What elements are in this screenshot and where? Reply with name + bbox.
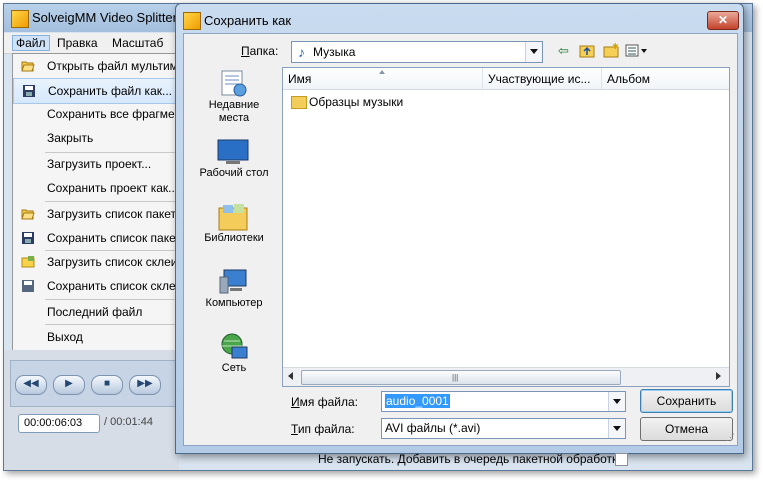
menu-item-load-join-list[interactable]: Загрузить список склеи — [13, 250, 179, 274]
music-note-icon: ♪ — [298, 44, 305, 60]
menu-item-open-file[interactable]: Открыть файл мультим — [13, 54, 179, 78]
dialog-title: Сохранить как — [204, 13, 292, 28]
batch-queue-label: Не запускать. Добавить в очередь пакетно… — [318, 452, 624, 466]
stop-button[interactable]: ■ — [91, 375, 123, 395]
up-folder-icon[interactable] — [579, 43, 595, 59]
file-list[interactable]: Имя Участвующие ис... Альбом Образцы муз… — [282, 67, 730, 387]
network-icon — [216, 332, 250, 362]
chevron-down-icon[interactable] — [608, 419, 625, 438]
scroll-thumb[interactable]: ||| — [301, 370, 621, 385]
rewind-icon: ◀◀ — [23, 378, 39, 389]
menu-item-close[interactable]: Закрыть — [13, 126, 179, 150]
sort-arrow-icon — [379, 70, 385, 74]
place-computer[interactable]: Компьютер — [194, 263, 274, 325]
menu-item-save-batch-list[interactable]: Сохранить список паке — [13, 226, 179, 250]
file-menu: Открыть файл мультим Сохранить файл как.… — [12, 53, 181, 351]
back-arrow-icon[interactable]: ⇦ — [558, 43, 569, 59]
place-desktop[interactable]: Рабочий стол — [194, 133, 274, 195]
svg-text:✱: ✱ — [612, 43, 619, 51]
play-icon: ▶ — [65, 378, 73, 389]
chevron-down-icon[interactable] — [525, 42, 542, 62]
menu-file[interactable]: Файл — [12, 35, 50, 51]
filename-field[interactable]: audio_0001 — [381, 391, 626, 412]
open-folder-icon — [21, 59, 35, 73]
close-button[interactable]: ✕ — [707, 11, 739, 30]
menu-item-save-file-as[interactable]: Сохранить файл как... — [13, 78, 179, 104]
menu-item-save-join-list[interactable]: Сохранить список скле — [13, 274, 179, 298]
open-folder-icon — [21, 207, 35, 221]
filename-label: Имя файла: — [291, 395, 358, 409]
batch-queue-checkbox[interactable] — [615, 453, 628, 466]
horizontal-scrollbar[interactable]: ||| — [283, 367, 729, 386]
floppy-icon — [22, 84, 36, 98]
column-artists[interactable]: Участвующие ис... — [483, 68, 602, 89]
folder-label: Папка: — [241, 44, 279, 58]
rewind-button[interactable]: ◀◀ — [15, 375, 47, 395]
player-controls: ◀◀ ▶ ■ ▶▶ — [10, 360, 177, 407]
forward-icon: ▶▶ — [137, 378, 153, 389]
new-folder-icon[interactable]: ✱ — [603, 42, 619, 59]
chevron-down-icon[interactable] — [608, 392, 625, 411]
floppy-icon — [21, 231, 35, 245]
libraries-icon — [216, 202, 250, 232]
save-as-dialog: Сохранить как ✕ Папка: ♪ Музыка ⇦ ✱ Неда… — [175, 3, 744, 466]
menu-zoom[interactable]: Масштаб — [112, 36, 163, 50]
forward-button[interactable]: ▶▶ — [129, 375, 161, 395]
folder-icon — [291, 96, 307, 109]
list-header: Имя Участвующие ис... Альбом — [283, 68, 729, 90]
menu-edit[interactable]: Правка — [57, 36, 98, 50]
menu-item-recent-file[interactable]: Последний файл — [13, 300, 179, 324]
dialog-logo-icon — [183, 12, 201, 30]
view-menu-icon[interactable] — [625, 43, 649, 59]
app-menubar: Файл Правка Масштаб — [4, 33, 179, 54]
app-title: SolveigMM Video Splitter — [32, 10, 177, 25]
scroll-right-icon[interactable] — [716, 372, 721, 380]
floppy-grey-icon — [21, 279, 35, 293]
menu-item-load-project[interactable]: Загрузить проект... — [13, 152, 179, 176]
scroll-left-icon[interactable] — [288, 372, 293, 380]
place-libraries[interactable]: Библиотеки — [194, 198, 274, 260]
close-icon: ✕ — [717, 13, 729, 27]
filetype-select[interactable]: AVI файлы (*.avi) — [381, 418, 626, 439]
play-button[interactable]: ▶ — [53, 375, 85, 395]
recent-places-icon — [216, 69, 250, 99]
cancel-button[interactable]: Отмена — [640, 417, 733, 441]
places-bar: Недавние места Рабочий стол Библиотеки К… — [194, 65, 274, 408]
desktop-icon — [216, 137, 250, 167]
menu-item-exit[interactable]: Выход — [13, 325, 179, 349]
place-recent[interactable]: Недавние места — [194, 65, 274, 127]
place-network[interactable]: Сеть — [194, 328, 274, 390]
resize-grip-icon[interactable]: ⋰ — [726, 432, 735, 443]
column-name[interactable]: Имя — [283, 68, 483, 89]
folder-dropdown[interactable]: ♪ Музыка — [291, 41, 543, 63]
save-button[interactable]: Сохранить — [640, 389, 733, 413]
column-album[interactable]: Альбом — [602, 68, 728, 89]
stop-icon: ■ — [103, 378, 111, 389]
menu-item-save-project-as[interactable]: Сохранить проект как... — [13, 176, 179, 200]
app-logo-icon — [11, 10, 29, 28]
player-area: ◀◀ ▶ ■ ▶▶ 00:00:06:03 / 00:01:44 — [4, 350, 179, 470]
total-time: / 00:01:44 — [104, 416, 153, 428]
computer-icon — [216, 267, 250, 297]
current-time-field[interactable]: 00:00:06:03 — [18, 414, 100, 433]
folder-yellow-icon — [21, 255, 35, 269]
filetype-label: Тип файла: — [291, 422, 355, 436]
menu-item-load-batch-list[interactable]: Загрузить список пакет — [13, 202, 179, 226]
dialog-body: Папка: ♪ Музыка ⇦ ✱ Недавние места Рабоч… — [183, 33, 738, 466]
menu-item-save-all-fragments[interactable]: Сохранить все фрагмен — [13, 102, 181, 126]
